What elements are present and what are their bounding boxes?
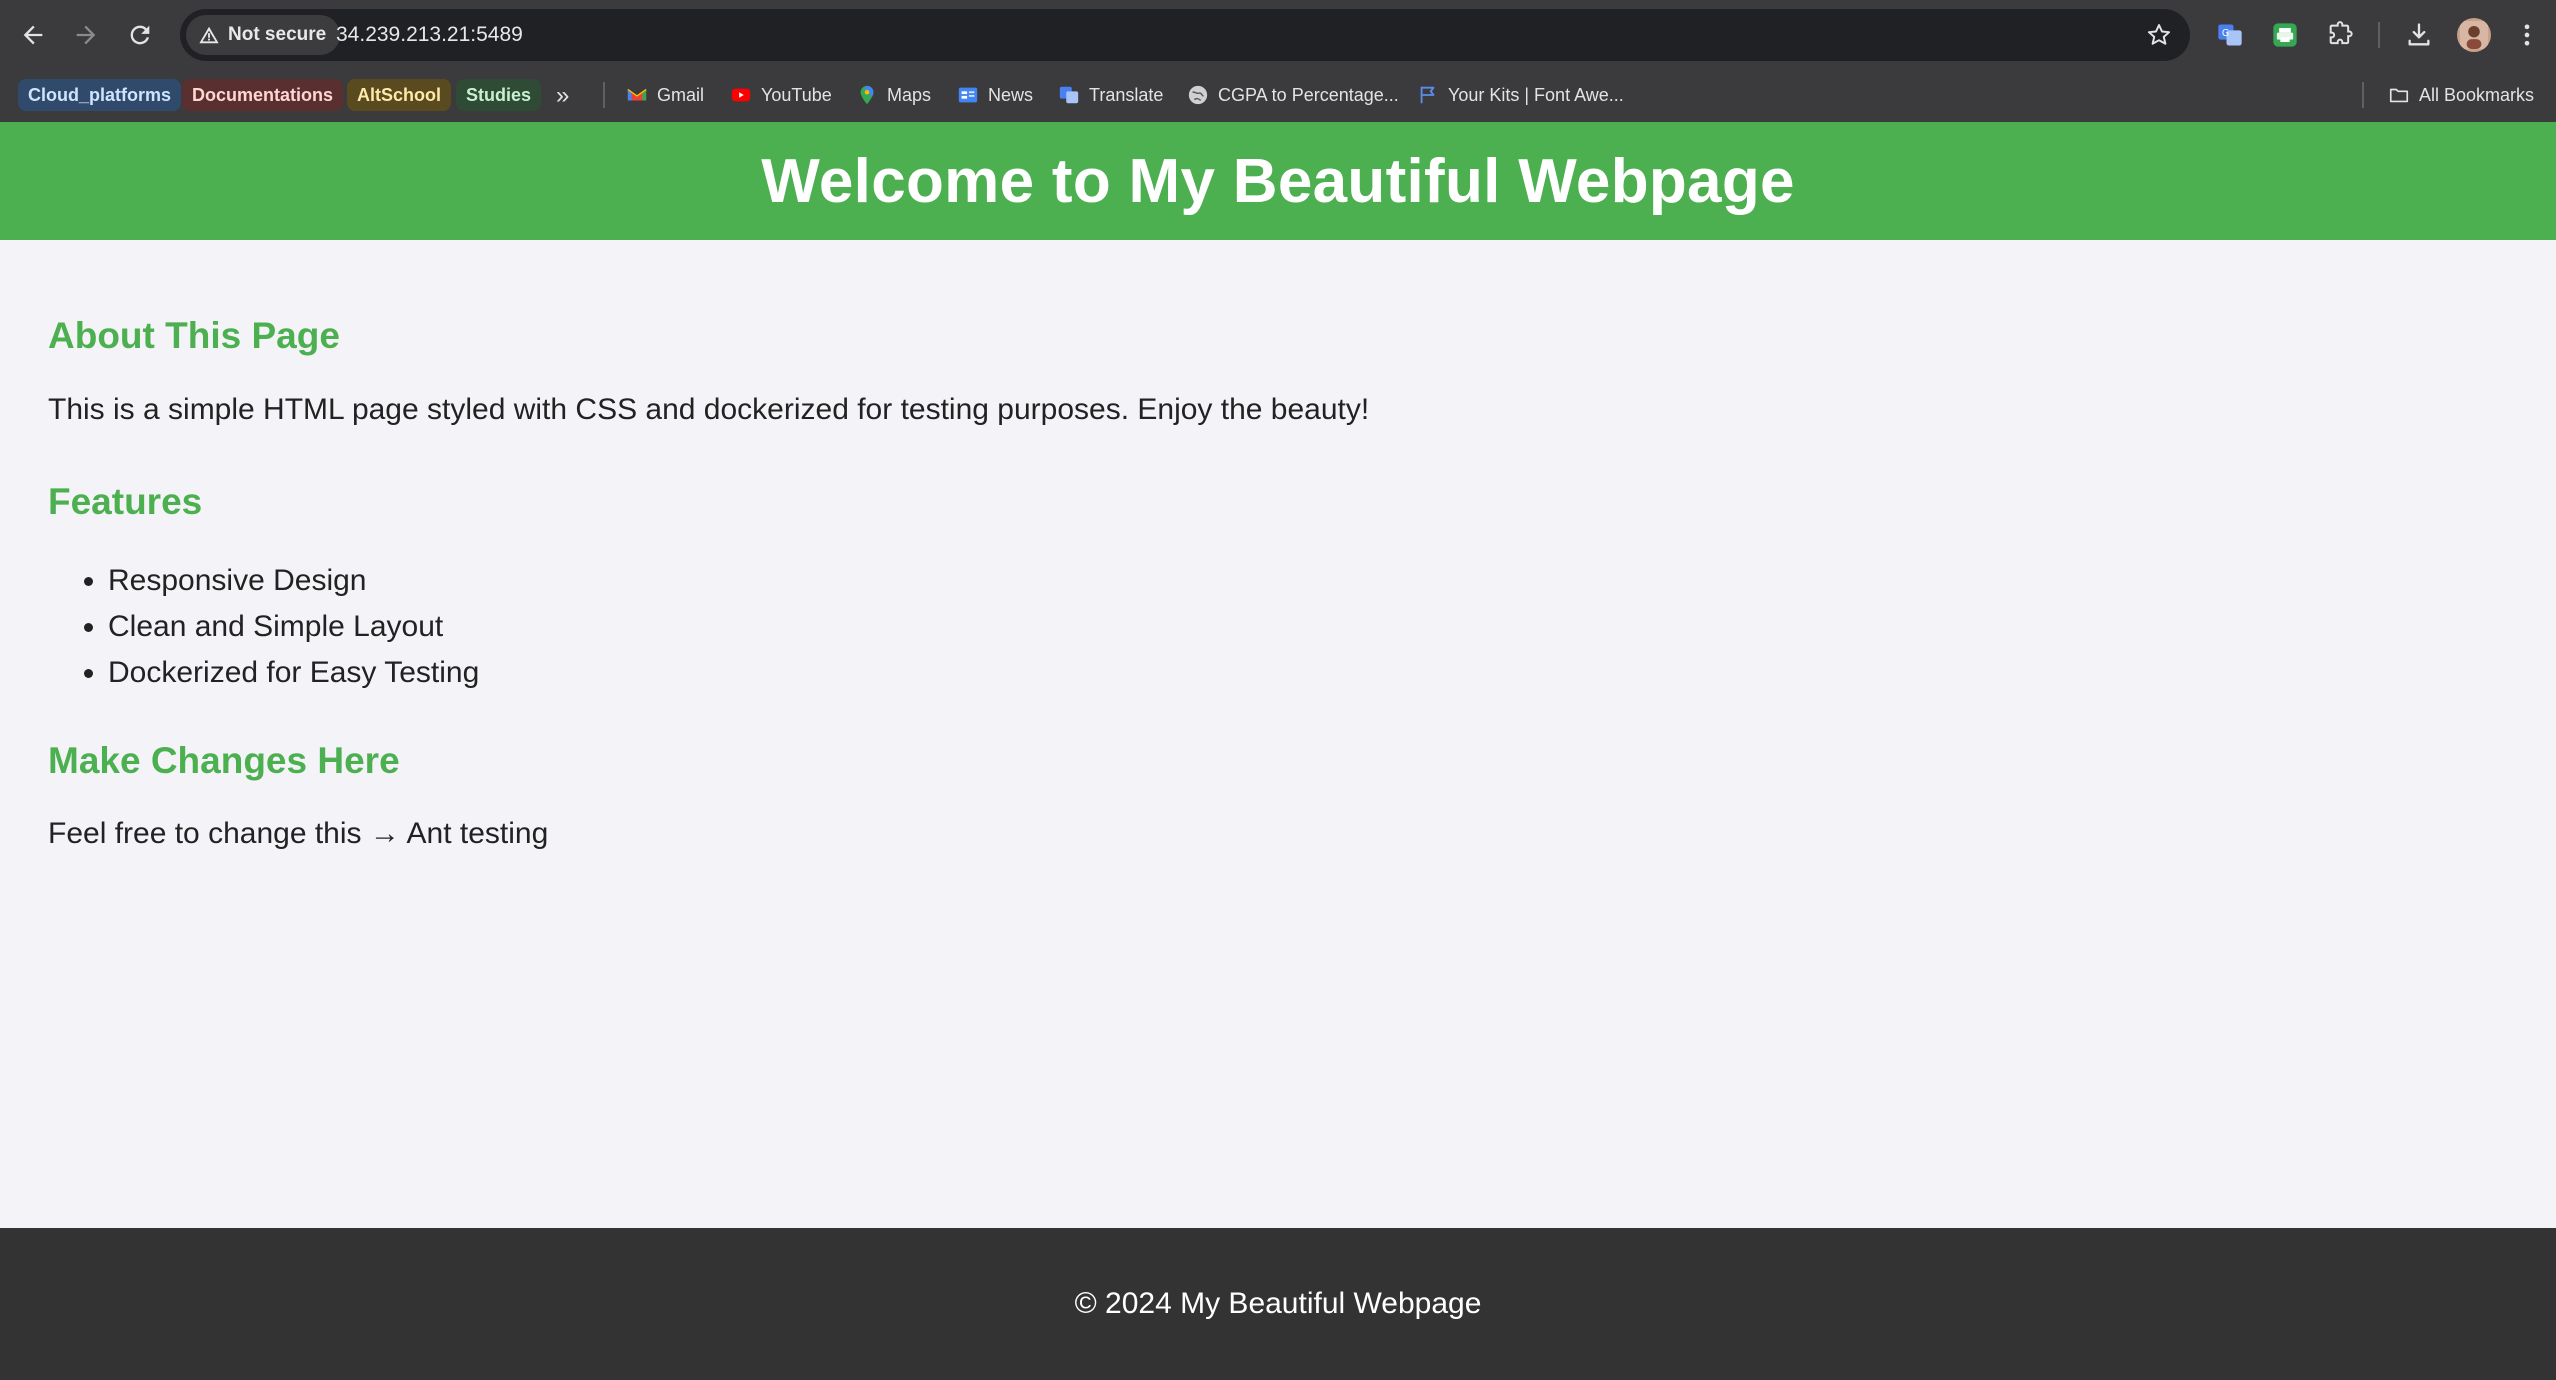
translate-icon [1059,86,1079,104]
bookmark-group-label: Documentations [192,85,334,105]
list-item: Responsive Design [108,558,479,604]
downloads-button[interactable] [2402,18,2436,52]
bookmark-group-label: Studies [466,85,532,105]
bookmark-group-studies[interactable]: Studies [456,79,542,111]
bookmark-news[interactable]: News [957,79,1033,111]
translate-extension-button[interactable]: G [2213,18,2247,52]
warning-icon [199,26,219,44]
about-heading: About This Page [48,315,340,356]
printer-icon [2273,23,2297,47]
reload-icon [130,25,150,45]
bookmarks-bar: Cloud_platforms Documentations AltSchool… [0,70,2556,122]
download-icon [2408,23,2430,46]
bookmark-youtube[interactable]: YouTube [730,79,832,111]
browser-menu-button[interactable] [2510,18,2544,52]
bookmark-maps[interactable]: Maps [856,79,931,111]
puzzle-icon [2329,21,2353,45]
youtube-icon [731,88,751,102]
kebab-menu-icon [2524,24,2530,46]
bookmarks-overflow-chevron-icon[interactable]: » [556,82,569,110]
arrow-right-icon [76,25,96,45]
reload-button[interactable] [117,12,163,58]
bookmark-label: Gmail [657,84,705,105]
bookmark-font-awesome[interactable]: Your Kits | Font Awe... [1417,79,1624,111]
security-label: Not secure [228,24,327,45]
translate-icon: G [2218,24,2242,46]
globe-icon [1188,85,1208,105]
all-bookmarks-label: All Bookmarks [2419,84,2535,105]
address-bar[interactable]: Not secure 34.239.213.21:5489 [180,9,2190,61]
bookmarks-separator [2362,82,2364,108]
browser-toolbar: Not secure 34.239.213.21:5489 G [0,0,2556,70]
bookmark-label: News [988,84,1034,105]
features-heading: Features [48,481,203,522]
security-chip[interactable]: Not secure [186,15,341,55]
back-button[interactable] [10,12,56,58]
bookmark-label: Your Kits | Font Awe... [1448,84,1624,105]
changes-text: Feel free to change this → Ant testing [48,817,549,850]
bookmark-label: CGPA to Percentage... [1218,84,1399,105]
extensions-button[interactable] [2323,18,2357,52]
printer-extension-button[interactable] [2268,18,2302,52]
features-list: Responsive Design Clean and Simple Layou… [48,558,479,696]
flag-icon [1420,86,1435,104]
bookmark-star-button[interactable] [2142,18,2176,52]
changes-heading: Make Changes Here [48,740,400,781]
bookmark-cgpa[interactable]: CGPA to Percentage... [1187,79,1399,111]
bookmark-label: Maps [887,84,932,105]
toolbar-separator [2378,22,2380,48]
all-bookmarks-button[interactable]: All Bookmarks [2388,79,2534,111]
svg-text:G: G [2222,28,2229,39]
bookmark-group-label: AltSchool [357,85,441,105]
news-icon [958,87,978,103]
bookmark-label: YouTube [761,84,832,105]
page-header: Welcome to My Beautiful Webpage [0,122,2556,240]
bookmark-group-altschool[interactable]: AltSchool [347,79,451,111]
star-icon [2147,24,2171,45]
bookmarks-separator [603,82,605,108]
bookmark-group-cloud-platforms[interactable]: Cloud_platforms [18,79,182,111]
list-item: Dockerized for Easy Testing [108,650,479,696]
gmail-icon [627,88,647,101]
bookmark-gmail[interactable]: Gmail [626,79,704,111]
page-footer: © 2024 My Beautiful Webpage [0,1228,2556,1380]
forward-button[interactable] [63,12,109,58]
bookmark-group-label: Cloud_platforms [28,85,172,105]
bookmark-group-documentations[interactable]: Documentations [182,79,344,111]
footer-text: © 2024 My Beautiful Webpage [1074,1287,1482,1320]
profile-avatar-icon [2460,21,2488,49]
browser-chrome: Not secure 34.239.213.21:5489 G Cloud_pl… [0,0,2556,122]
arrow-left-icon [23,25,43,45]
url-text[interactable]: 34.239.213.21:5489 [336,9,523,61]
list-item: Clean and Simple Layout [108,604,479,650]
bookmark-label: Translate [1089,84,1164,105]
folder-icon [2389,88,2409,103]
about-text: This is a simple HTML page styled with C… [48,393,1370,426]
profile-avatar[interactable] [2457,18,2491,52]
bookmark-translate[interactable]: Translate [1058,79,1163,111]
maps-icon [860,85,874,105]
page-title: Welcome to My Beautiful Webpage [761,146,1795,216]
